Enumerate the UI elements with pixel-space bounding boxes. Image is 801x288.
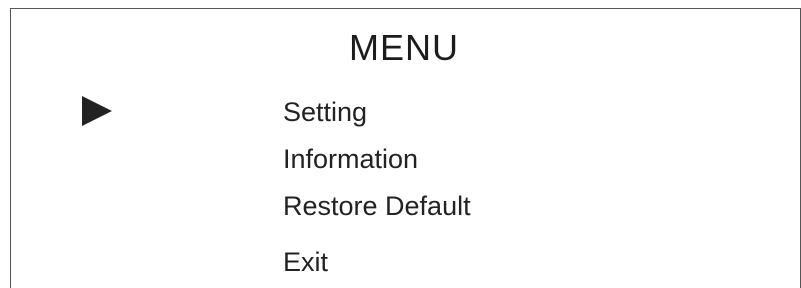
menu-title: MENU xyxy=(349,27,459,68)
menu-panel: MENU Setting Information Restore Default… xyxy=(0,0,801,288)
panel-border-top xyxy=(10,8,801,9)
menu-item-exit[interactable]: Exit xyxy=(283,245,328,279)
menu-item-setting[interactable]: Setting xyxy=(283,95,367,129)
triangle-right-icon xyxy=(82,96,112,126)
menu-item-restore-default[interactable]: Restore Default xyxy=(283,189,471,223)
panel-border-left xyxy=(10,8,11,288)
menu-item-information[interactable]: Information xyxy=(283,142,418,176)
